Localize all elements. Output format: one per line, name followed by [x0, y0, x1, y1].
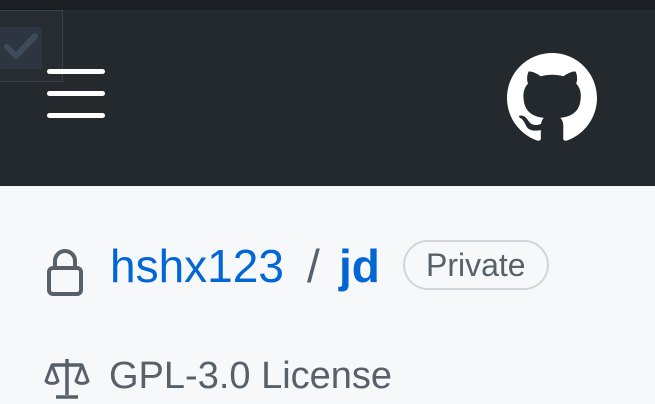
visibility-badge: Private	[403, 240, 549, 290]
hamburger-menu-button[interactable]	[47, 69, 107, 119]
license-row: GPL-3.0 License	[0, 350, 655, 404]
hamburger-menu-icon-bar-bottom	[47, 113, 105, 118]
law-icon	[44, 359, 90, 399]
repo-title-row: hshx123 / jd Private	[0, 236, 655, 296]
license-link[interactable]: GPL-3.0 License	[109, 352, 392, 400]
github-mark-icon	[507, 53, 597, 141]
repo-name-link[interactable]: jd	[339, 240, 380, 292]
lock-icon	[47, 249, 83, 296]
hamburger-menu-icon-bar-top	[47, 69, 105, 74]
hamburger-menu-icon-bar-middle	[47, 91, 105, 96]
breadcrumb-separator: /	[307, 240, 320, 292]
check-icon	[4, 33, 38, 59]
github-logo-link[interactable]	[507, 53, 597, 143]
top-strip	[0, 0, 655, 10]
repo-owner-link[interactable]: hshx123	[110, 240, 284, 292]
